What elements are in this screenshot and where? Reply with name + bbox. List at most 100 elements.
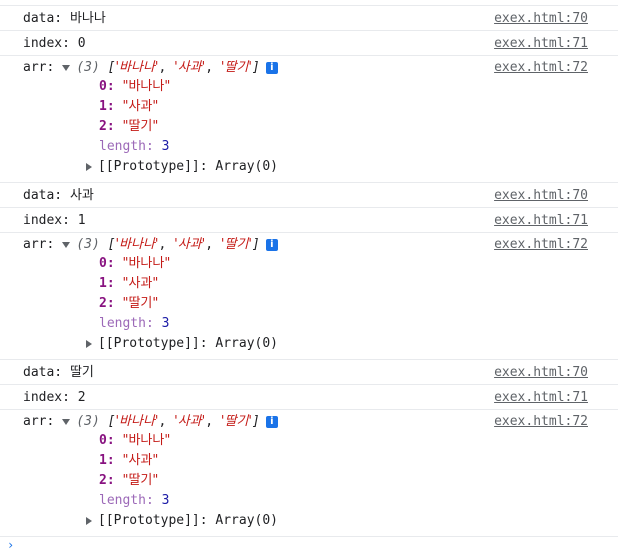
console-message-arr: arr: (3) ['바나나', '사과', '딸기'] i exex.html:72…	[0, 410, 618, 537]
entry-value: "사과"	[122, 99, 159, 114]
console-panel: data: 바나나 exex.html:70 index: 0 exex.html:7…	[0, 0, 618, 552]
array-entry: 2: "딸기"	[99, 472, 158, 490]
preview-item: '바나나'	[115, 414, 159, 429]
log-value: 바나나	[69, 11, 106, 26]
console-message-index: index: 0 exex.html:71	[0, 31, 618, 56]
collapse-triangle-icon[interactable]	[62, 64, 71, 71]
log-label: arr:	[23, 414, 55, 429]
array-length-preview: (3)	[76, 237, 100, 252]
log-label: data:	[23, 11, 63, 26]
preview-item: '딸기'	[220, 414, 252, 429]
array-entry: 0: "바나나"	[99, 432, 170, 450]
log-label: data:	[23, 188, 63, 203]
log-text: arr: (3) ['바나나', '사과', '딸기'] i	[23, 413, 278, 431]
source-link[interactable]: exex.html:71	[494, 389, 588, 407]
prototype-entry[interactable]: [[Prototype]]: Array(0)	[86, 335, 278, 353]
source-link[interactable]: exex.html:71	[494, 212, 588, 230]
array-entry: 1: "사과"	[99, 452, 158, 470]
log-text: data: 사과	[23, 187, 94, 205]
entry-value: "바나나"	[122, 79, 171, 94]
console-message-arr: arr: (3) ['바나나', '사과', '딸기'] i exex.html:72…	[0, 56, 618, 183]
array-entry: 2: "딸기"	[99, 118, 158, 136]
entry-value: "딸기"	[122, 473, 159, 488]
length-value: 3	[161, 139, 170, 154]
source-link[interactable]: exex.html:72	[494, 236, 588, 254]
preview-close-bracket: ]	[251, 414, 260, 429]
preview-separator: ,	[158, 60, 175, 75]
info-icon[interactable]: i	[265, 238, 278, 251]
log-label: index:	[23, 213, 70, 228]
console-prompt-icon[interactable]: ›	[7, 538, 14, 552]
source-link[interactable]: exex.html:72	[494, 59, 588, 77]
log-text: index: 2	[23, 389, 86, 407]
expand-triangle-icon[interactable]	[86, 516, 92, 525]
prototype-entry[interactable]: [[Prototype]]: Array(0)	[86, 158, 278, 176]
preview-separator: ,	[158, 237, 175, 252]
log-text: arr: (3) ['바나나', '사과', '딸기'] i	[23, 59, 278, 77]
array-entry: 1: "사과"	[99, 98, 158, 116]
preview-item: '사과'	[174, 414, 206, 429]
preview-separator: ,	[205, 414, 221, 429]
length-key: length:	[99, 139, 154, 154]
preview-separator: ,	[158, 414, 175, 429]
entry-value: "딸기"	[122, 119, 159, 134]
source-link[interactable]: exex.html:70	[494, 187, 588, 205]
entry-key: 2:	[99, 119, 115, 134]
prototype-text: [[Prototype]]: Array(0)	[98, 513, 279, 528]
console-message-data: data: 바나나 exex.html:70	[0, 6, 618, 31]
log-value: 사과	[69, 188, 94, 203]
preview-close-bracket: ]	[251, 237, 260, 252]
collapse-triangle-icon[interactable]	[62, 418, 71, 425]
array-length-entry: length: 3	[99, 315, 169, 333]
array-entry: 2: "딸기"	[99, 295, 158, 313]
entry-key: 2:	[99, 296, 115, 311]
log-value: 1	[77, 213, 86, 228]
entry-key: 0:	[99, 256, 115, 271]
entry-value: "바나나"	[122, 256, 171, 271]
console-message-data: data: 사과 exex.html:70	[0, 183, 618, 208]
expand-triangle-icon[interactable]	[86, 162, 92, 171]
length-key: length:	[99, 316, 154, 331]
log-label: data:	[23, 365, 63, 380]
prototype-entry[interactable]: [[Prototype]]: Array(0)	[86, 512, 278, 530]
array-length-preview: (3)	[76, 414, 100, 429]
prototype-text: [[Prototype]]: Array(0)	[98, 336, 279, 351]
source-link[interactable]: exex.html:70	[494, 10, 588, 28]
log-label: index:	[23, 390, 70, 405]
log-value: 2	[77, 390, 86, 405]
source-link[interactable]: exex.html:72	[494, 413, 588, 431]
array-entry: 0: "바나나"	[99, 78, 170, 96]
entry-key: 1:	[99, 453, 115, 468]
preview-close-bracket: ]	[251, 60, 260, 75]
array-length-entry: length: 3	[99, 492, 169, 510]
array-entry: 1: "사과"	[99, 275, 158, 293]
length-value: 3	[161, 316, 170, 331]
entry-key: 1:	[99, 276, 115, 291]
collapse-triangle-icon[interactable]	[62, 241, 71, 248]
console-message-arr: arr: (3) ['바나나', '사과', '딸기'] i exex.html:72…	[0, 233, 618, 360]
preview-separator: ,	[205, 237, 221, 252]
source-link[interactable]: exex.html:71	[494, 35, 588, 53]
array-length-preview: (3)	[76, 60, 100, 75]
entry-key: 2:	[99, 473, 115, 488]
expand-triangle-icon[interactable]	[86, 339, 92, 348]
log-value: 딸기	[69, 365, 94, 380]
log-label: arr:	[23, 60, 55, 75]
entry-value: "사과"	[122, 453, 159, 468]
log-text: arr: (3) ['바나나', '사과', '딸기'] i	[23, 236, 278, 254]
preview-item: '바나나'	[115, 237, 159, 252]
entry-value: "딸기"	[122, 296, 159, 311]
array-length-entry: length: 3	[99, 138, 169, 156]
console-message-index: index: 1 exex.html:71	[0, 208, 618, 233]
log-text: index: 1	[23, 212, 86, 230]
log-text: data: 딸기	[23, 364, 94, 382]
preview-item: '사과'	[174, 237, 206, 252]
info-icon[interactable]: i	[265, 61, 278, 74]
preview-item: '딸기'	[220, 237, 252, 252]
console-messages: data: 바나나 exex.html:70 index: 0 exex.html:7…	[0, 6, 618, 537]
info-icon[interactable]: i	[265, 415, 278, 428]
entry-value: "바나나"	[122, 433, 171, 448]
source-link[interactable]: exex.html:70	[494, 364, 588, 382]
log-value: 0	[77, 36, 86, 51]
length-value: 3	[161, 493, 170, 508]
